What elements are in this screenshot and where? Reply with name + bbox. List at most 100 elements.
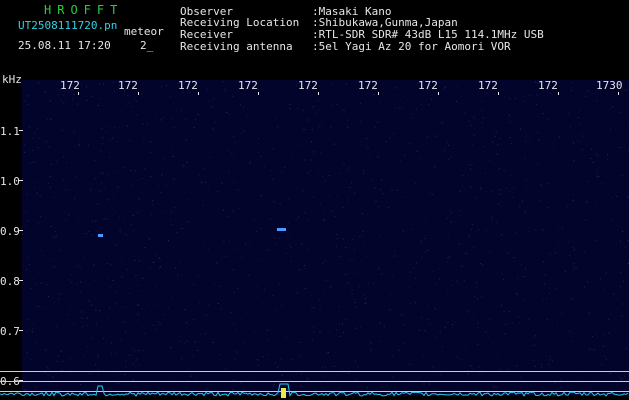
- noise-pixel: [193, 127, 195, 128]
- noise-pixel: [494, 93, 496, 95]
- noise-pixel: [249, 241, 251, 243]
- noise-pixel: [516, 292, 517, 294]
- noise-pixel: [204, 182, 206, 183]
- noise-pixel: [570, 89, 572, 91]
- hrofft-window: HROFFT UT2508111720.pn meteor 25.08.11 1…: [0, 0, 629, 400]
- noise-pixel: [142, 350, 144, 352]
- noise-pixel: [169, 132, 171, 134]
- noise-pixel: [184, 309, 186, 310]
- noise-pixel: [30, 359, 32, 361]
- noise-pixel: [421, 104, 423, 106]
- noise-pixel: [30, 287, 32, 289]
- noise-pixel: [481, 101, 483, 103]
- noise-pixel: [32, 103, 34, 104]
- noise-pixel: [281, 305, 283, 307]
- noise-pixel: [319, 125, 321, 127]
- noise-pixel: [481, 122, 483, 124]
- noise-pixel: [487, 235, 489, 237]
- noise-pixel: [260, 228, 262, 230]
- noise-pixel: [427, 319, 429, 320]
- noise-pixel: [538, 321, 540, 322]
- noise-pixel: [527, 217, 529, 219]
- noise-pixel: [603, 289, 605, 291]
- noise-pixel: [477, 327, 479, 329]
- noise-pixel: [321, 367, 323, 369]
- noise-pixel: [354, 361, 356, 363]
- noise-pixel: [45, 349, 47, 351]
- noise-pixel: [266, 329, 268, 331]
- noise-pixel: [564, 271, 566, 273]
- noise-pixel: [379, 323, 380, 325]
- noise-pixel: [330, 284, 332, 286]
- noise-pixel: [612, 219, 614, 221]
- noise-pixel: [312, 106, 314, 108]
- noise-pixel: [495, 99, 497, 101]
- noise-pixel: [401, 344, 402, 346]
- noise-pixel: [473, 116, 475, 118]
- noise-pixel: [564, 274, 566, 276]
- noise-pixel: [150, 152, 152, 153]
- noise-pixel: [277, 366, 279, 368]
- x-tick: [438, 92, 439, 95]
- noise-pixel: [209, 303, 210, 305]
- noise-pixel: [470, 186, 472, 188]
- noise-pixel: [511, 174, 513, 176]
- noise-pixel: [471, 367, 473, 369]
- noise-pixel: [611, 313, 613, 315]
- noise-pixel: [442, 237, 444, 238]
- noise-pixel: [272, 295, 274, 297]
- noise-pixel: [217, 350, 219, 351]
- noise-pixel: [80, 281, 82, 283]
- noise-pixel: [23, 212, 25, 214]
- noise-pixel: [487, 335, 489, 337]
- noise-pixel: [114, 291, 116, 293]
- noise-pixel: [115, 244, 117, 246]
- noise-pixel: [347, 127, 349, 128]
- noise-pixel: [583, 251, 585, 253]
- noise-pixel: [262, 345, 264, 347]
- y-tick-label: 1.1: [0, 125, 20, 138]
- noise-pixel: [311, 141, 312, 143]
- noise-pixel: [49, 176, 51, 178]
- noise-pixel: [381, 273, 383, 275]
- noise-pixel: [159, 266, 161, 268]
- noise-pixel: [177, 275, 179, 277]
- noise-pixel: [69, 363, 71, 365]
- noise-pixel: [280, 358, 282, 360]
- noise-pixel: [467, 311, 469, 313]
- noise-pixel: [328, 332, 330, 334]
- noise-pixel: [408, 143, 410, 145]
- noise-pixel: [100, 182, 102, 184]
- noise-pixel: [301, 273, 302, 275]
- noise-pixel: [234, 358, 236, 360]
- noise-pixel: [286, 252, 288, 254]
- noise-pixel: [173, 178, 175, 180]
- noise-pixel: [231, 153, 233, 155]
- noise-pixel: [459, 358, 461, 360]
- noise-pixel: [331, 156, 333, 158]
- noise-pixel: [161, 211, 163, 213]
- noise-pixel: [494, 135, 496, 137]
- noise-pixel: [137, 285, 138, 286]
- noise-pixel: [68, 279, 70, 281]
- noise-pixel: [232, 269, 234, 271]
- noise-pixel: [208, 305, 210, 307]
- noise-pixel: [537, 164, 538, 166]
- noise-pixel: [569, 255, 570, 257]
- noise-pixel: [177, 274, 179, 276]
- noise-pixel: [112, 280, 114, 281]
- noise-pixel: [143, 138, 145, 140]
- noise-pixel: [320, 331, 322, 333]
- noise-pixel: [120, 261, 122, 263]
- noise-pixel: [124, 351, 126, 353]
- noise-pixel: [336, 374, 338, 376]
- noise-pixel: [443, 150, 445, 152]
- noise-pixel: [380, 179, 382, 181]
- noise-pixel: [514, 98, 516, 100]
- noise-pixel: [427, 136, 429, 138]
- noise-pixel: [597, 170, 598, 172]
- noise-pixel: [599, 278, 601, 280]
- noise-pixel: [561, 188, 563, 190]
- noise-pixel: [513, 187, 514, 189]
- noise-pixel: [579, 122, 581, 124]
